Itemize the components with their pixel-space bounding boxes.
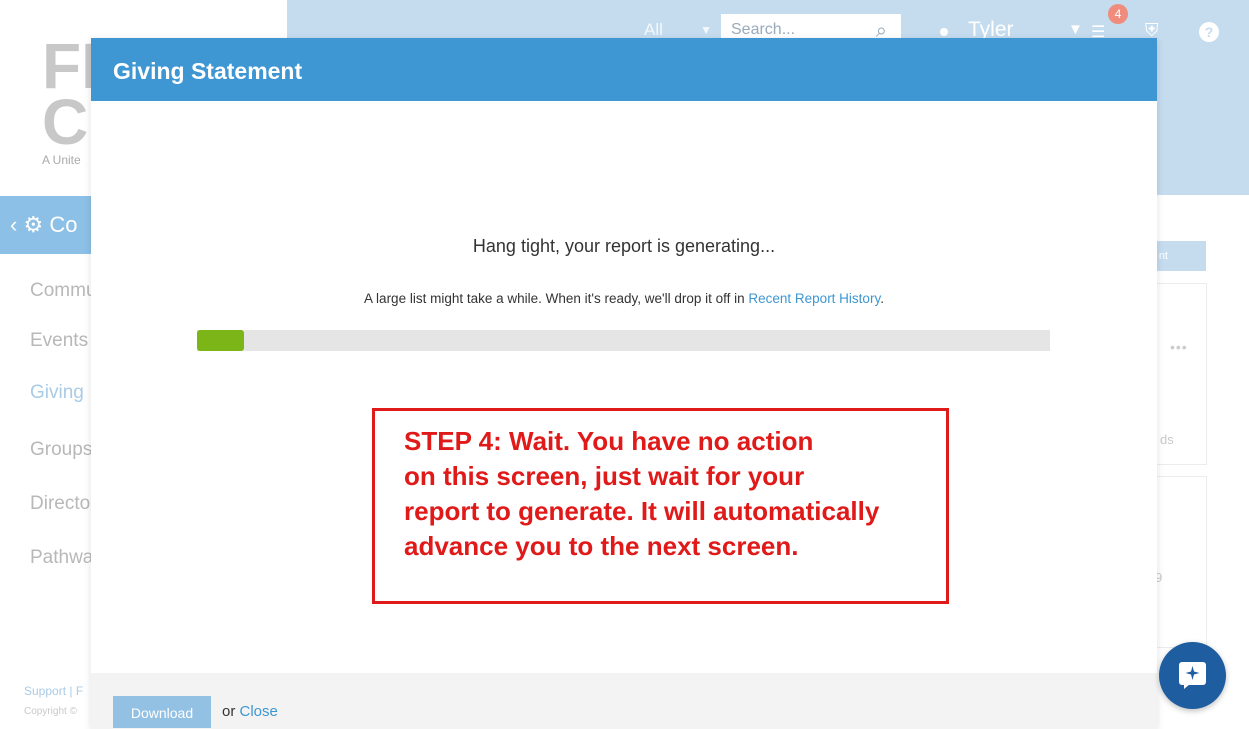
report-progress-bar	[197, 330, 1050, 351]
close-link[interactable]: Close	[240, 703, 278, 720]
generating-subtitle-text: A large list might take a while. When it…	[364, 291, 745, 306]
report-progress-fill	[197, 330, 244, 351]
notification-count-badge: 4	[1108, 4, 1128, 24]
recent-report-history-link[interactable]: Recent Report History	[748, 291, 880, 306]
help-icon[interactable]: ?	[1199, 22, 1219, 42]
annotation-line: advance you to the next screen.	[404, 531, 799, 561]
generating-title: Hang tight, your report is generating...	[472, 236, 776, 256]
user-avatar[interactable]	[940, 28, 948, 36]
logo-subtitle: A Unite	[42, 153, 81, 167]
notifications-icon[interactable]: ☰	[1091, 22, 1109, 41]
sidebar-copyright: Copyright ©	[24, 706, 77, 717]
modal-footer: Download or Close	[91, 673, 1157, 729]
modal-header: Giving Statement	[91, 38, 1157, 101]
step-annotation-box: STEP 4: Wait. You have no action on this…	[372, 408, 949, 604]
download-button[interactable]: Download	[113, 696, 211, 728]
giving-statement-modal: Giving Statement Hang tight, your report…	[91, 38, 1157, 729]
or-close-group: or Close	[222, 696, 278, 728]
annotation-line: on this screen, just wait for your	[404, 461, 805, 491]
or-text: or	[222, 703, 236, 720]
app-root: FI CI A Unite ‹ ⚙ Co Commu Events Giving …	[0, 0, 1249, 729]
annotation-line: report to generate. It will automaticall…	[404, 496, 880, 526]
assistant-chat-button[interactable]	[1159, 642, 1226, 709]
annotation-line: STEP 4: Wait. You have no action	[404, 426, 814, 456]
search-scope-value: All	[644, 20, 663, 39]
subtitle-period: .	[880, 291, 884, 306]
modal-title: Giving Statement	[113, 58, 303, 84]
more-options-icon[interactable]: •••	[1170, 339, 1188, 355]
sparkle-chat-icon	[1179, 662, 1206, 689]
sidebar-footer-links[interactable]: Support | F	[24, 684, 83, 698]
back-chevron-icon: ‹	[10, 212, 18, 237]
community-gear-icon: ⚙	[23, 212, 44, 237]
search-placeholder: Search...	[731, 21, 796, 38]
section-label: Co	[49, 212, 78, 237]
background-text-ds: ds	[1160, 432, 1174, 447]
generating-subtitle: A large list might take a while. When it…	[91, 291, 1157, 306]
